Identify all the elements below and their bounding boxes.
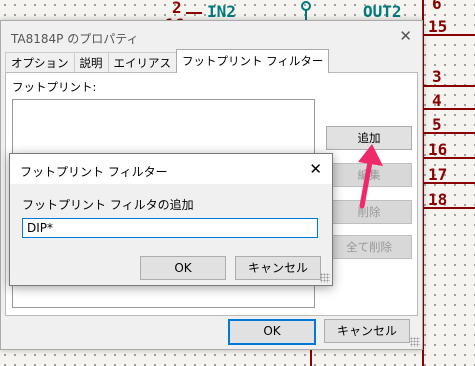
filter-input[interactable] (22, 218, 318, 238)
dialog-title-bar: フットプリント フィルター ✕ (10, 154, 332, 184)
dialog-title: フットプリント フィルター (20, 165, 168, 179)
delete-all-button[interactable]: 全て削除 (326, 235, 412, 259)
pin-number: 17 (428, 165, 448, 184)
footprint-filter-dialog: フットプリント フィルター ✕ フットプリント フィルタの追加 OK キャンセル (9, 153, 333, 286)
resize-grip-icon[interactable] (410, 337, 420, 347)
cancel-button[interactable]: キャンセル (324, 319, 410, 343)
resize-grip-icon[interactable] (320, 273, 330, 283)
schematic-wire (422, 132, 475, 134)
tab-options[interactable]: オプション (5, 52, 75, 73)
pin-number: 6 (432, 0, 442, 13)
pin-label-out2: OUT2 (363, 2, 402, 21)
schematic-wire (422, 108, 475, 110)
window-title: TA8184P のプロパティ (11, 32, 139, 46)
annotation-arrow-icon (358, 144, 383, 209)
pin-number: 16 (428, 140, 448, 159)
pin-label-in2: IN2 (207, 2, 236, 21)
tab-description[interactable]: 説明 (73, 52, 109, 73)
dialog-ok-button[interactable]: OK (140, 256, 226, 280)
tab-aliases[interactable]: エイリアス (107, 52, 177, 73)
tab-footprint-filter[interactable]: フットプリント フィルター (176, 49, 330, 73)
close-icon[interactable]: ✕ (399, 27, 412, 45)
ok-button[interactable]: OK (228, 319, 316, 345)
pin-number: 15 (428, 17, 448, 36)
footprint-label: フットプリント: (12, 80, 97, 94)
pin-number: 4 (432, 91, 442, 110)
tab-bar: オプション 説明 エイリアス フットプリント フィルター (5, 49, 330, 73)
pin-number: 3 (432, 67, 442, 86)
schematic-wire (422, 85, 475, 87)
schematic-wire (186, 12, 202, 14)
close-icon[interactable]: ✕ (309, 160, 322, 178)
pin-number: 18 (428, 190, 448, 209)
dialog-cancel-button[interactable]: キャンセル (235, 256, 321, 280)
pin-number: 5 (432, 115, 442, 134)
filter-field-label: フットプリント フィルタの追加 (22, 198, 194, 212)
